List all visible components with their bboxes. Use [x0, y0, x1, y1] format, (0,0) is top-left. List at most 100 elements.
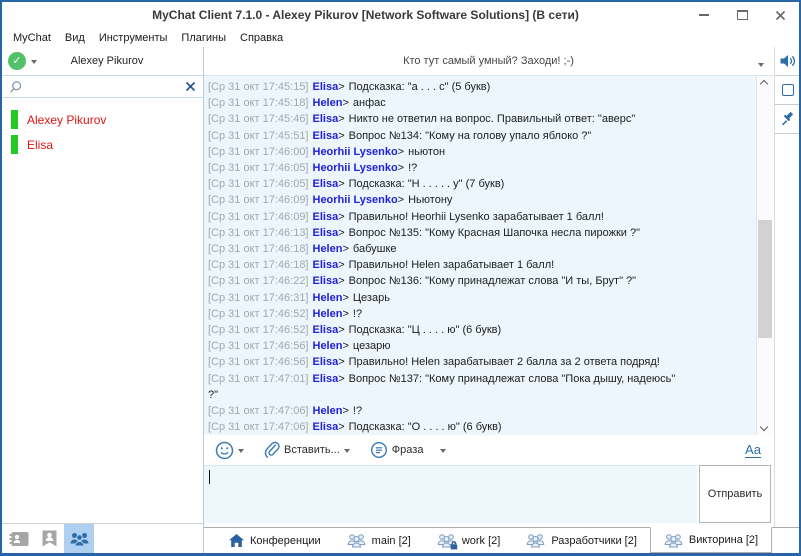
contact-search-row [2, 75, 203, 98]
insert-dropdown-caret[interactable] [344, 449, 350, 456]
conferences-view-button[interactable] [64, 524, 94, 553]
topic-selector[interactable]: Кто тут самый умный? Заходи! ;-) [204, 47, 773, 75]
author-separator: > [342, 340, 348, 352]
presence-indicator [11, 135, 18, 154]
group-icon [69, 531, 90, 547]
message-author: Elisa [313, 373, 339, 385]
message-author: Heorhii Lysenko [313, 194, 398, 206]
chat-scrollbar[interactable] [756, 76, 773, 435]
pin-button[interactable] [775, 105, 800, 134]
select-mode-button[interactable] [775, 76, 800, 105]
menu-bar: MyChat Вид Инструменты Плагины Справка [2, 28, 799, 47]
message-text: Никто не ответил на вопрос. Правильный о… [349, 113, 636, 125]
close-button[interactable] [773, 8, 787, 22]
author-separator: > [342, 405, 348, 417]
message-timestamp: [Ср 31 окт 17:45:51] [208, 130, 309, 142]
message-author: Elisa [313, 259, 339, 271]
message-author: Helen [313, 292, 343, 304]
menu-mychat[interactable]: MyChat [6, 32, 58, 44]
message-author: Elisa [313, 227, 339, 239]
message-text: Правильно! Helen зарабатывает 2 балла за… [349, 356, 660, 368]
author-separator: > [338, 259, 344, 271]
chat-message: [Ср 31 окт 17:45:18]Helen>анфас [208, 95, 688, 111]
author-separator: > [338, 421, 344, 433]
insert-button[interactable]: Вставить... [261, 439, 353, 461]
clear-search-icon[interactable] [185, 81, 196, 92]
message-timestamp: [Ср 31 окт 17:46:31] [208, 292, 309, 304]
message-author: Elisa [313, 324, 339, 336]
status-online-icon[interactable]: ✓ [8, 52, 26, 70]
message-timestamp: [Ср 31 окт 17:45:18] [208, 97, 309, 109]
contact-list-item[interactable]: Alexey Pikurov [2, 107, 203, 132]
font-settings-button[interactable]: Аа [745, 443, 761, 458]
chat-message: [Ср 31 окт 17:47:06]Helen>!? [208, 403, 688, 419]
composer-toolbar: Вставить... Фраза Аа [204, 435, 773, 465]
topic-dropdown-caret[interactable] [758, 63, 764, 70]
sound-icon [780, 54, 796, 68]
tab-main[interactable]: main [2] [334, 528, 424, 553]
tab-label: main [2] [372, 535, 411, 547]
tab-developers[interactable]: Разработчики [2] [513, 528, 650, 553]
smiley-icon [215, 441, 234, 460]
window-title: MyChat Client 7.1.0 - Alexey Pikurov [Ne… [62, 2, 669, 28]
minimize-button[interactable] [697, 8, 711, 22]
scroll-up-icon[interactable] [760, 80, 768, 88]
contact-list: Alexey Pikurov Elisa [2, 98, 203, 523]
menu-plugins[interactable]: Плагины [174, 32, 233, 44]
contact-list-item[interactable]: Elisa [2, 132, 203, 157]
emoji-button[interactable] [212, 439, 247, 462]
emoji-dropdown-caret[interactable] [238, 449, 244, 456]
message-author: Heorhii Lysenko [313, 162, 398, 174]
chat-message: [Ср 31 окт 17:46:13]Elisa>Вопрос №135: "… [208, 225, 688, 241]
chat-message: [Ср 31 окт 17:45:15]Elisa>Подсказка: "а … [208, 79, 688, 95]
author-separator: > [338, 275, 344, 287]
scroll-down-icon[interactable] [760, 423, 768, 431]
tab-viktorina[interactable]: Викторина [2] [650, 527, 772, 553]
message-timestamp: [Ср 31 окт 17:46:05] [208, 162, 309, 174]
author-separator: > [398, 162, 404, 174]
group-icon [664, 533, 683, 548]
contacts-view-button[interactable] [4, 524, 34, 553]
tab-work[interactable]: work [2] [424, 528, 514, 553]
maximize-button[interactable] [735, 8, 749, 22]
message-author: Elisa [313, 81, 339, 93]
chat-message: [Ср 31 окт 17:47:06]Elisa>Подсказка: "О … [208, 419, 688, 435]
tab-conferences[interactable]: Конференции [216, 528, 334, 553]
message-timestamp: [Ср 31 окт 17:46:52] [208, 324, 309, 336]
message-text: Подсказка: "О . . . . ю" (6 букв) [349, 421, 502, 433]
window-controls [697, 2, 787, 28]
message-timestamp: [Ср 31 окт 17:46:56] [208, 356, 309, 368]
message-timestamp: [Ср 31 окт 17:46:09] [208, 194, 309, 206]
message-timestamp: [Ср 31 окт 17:46:05] [208, 178, 309, 190]
menu-tools[interactable]: Инструменты [92, 32, 175, 44]
person-bookmark-icon [42, 530, 57, 547]
favorites-view-button[interactable] [34, 524, 64, 553]
phrase-label: Фраза [392, 444, 424, 456]
lock-icon [450, 541, 458, 550]
attach-icon [264, 441, 280, 459]
presence-indicator [11, 110, 18, 129]
sound-toggle-button[interactable] [775, 47, 800, 76]
message-author: Helen [313, 243, 343, 255]
chat-message: [Ср 31 окт 17:46:56]Elisa>Правильно! Hel… [208, 354, 688, 370]
message-timestamp: [Ср 31 окт 17:47:06] [208, 405, 309, 417]
title-bar: MyChat Client 7.1.0 - Alexey Pikurov [Ne… [2, 2, 799, 28]
phrase-button[interactable]: Фраза [367, 439, 427, 461]
chat-message: [Ср 31 окт 17:46:05]Elisa>Подсказка: "Н … [208, 176, 688, 192]
menu-view[interactable]: Вид [58, 32, 92, 44]
message-input[interactable] [204, 465, 697, 523]
phrase-dropdown-caret[interactable] [440, 449, 446, 456]
message-author: Elisa [313, 130, 339, 142]
author-separator: > [338, 81, 344, 93]
menu-help[interactable]: Справка [233, 32, 290, 44]
message-timestamp: [Ср 31 окт 17:45:15] [208, 81, 309, 93]
text-cursor [209, 470, 210, 484]
insert-label: Вставить... [284, 444, 340, 456]
chat-message: [Ср 31 окт 17:46:18]Helen>бабушке [208, 241, 688, 257]
contact-search-input[interactable] [27, 81, 181, 93]
scrollbar-thumb[interactable] [758, 220, 772, 338]
message-timestamp: [Ср 31 окт 17:45:46] [208, 113, 309, 125]
send-button[interactable]: Отправить [699, 465, 771, 523]
sidebar-view-switcher [2, 523, 203, 553]
author-separator: > [338, 130, 344, 142]
